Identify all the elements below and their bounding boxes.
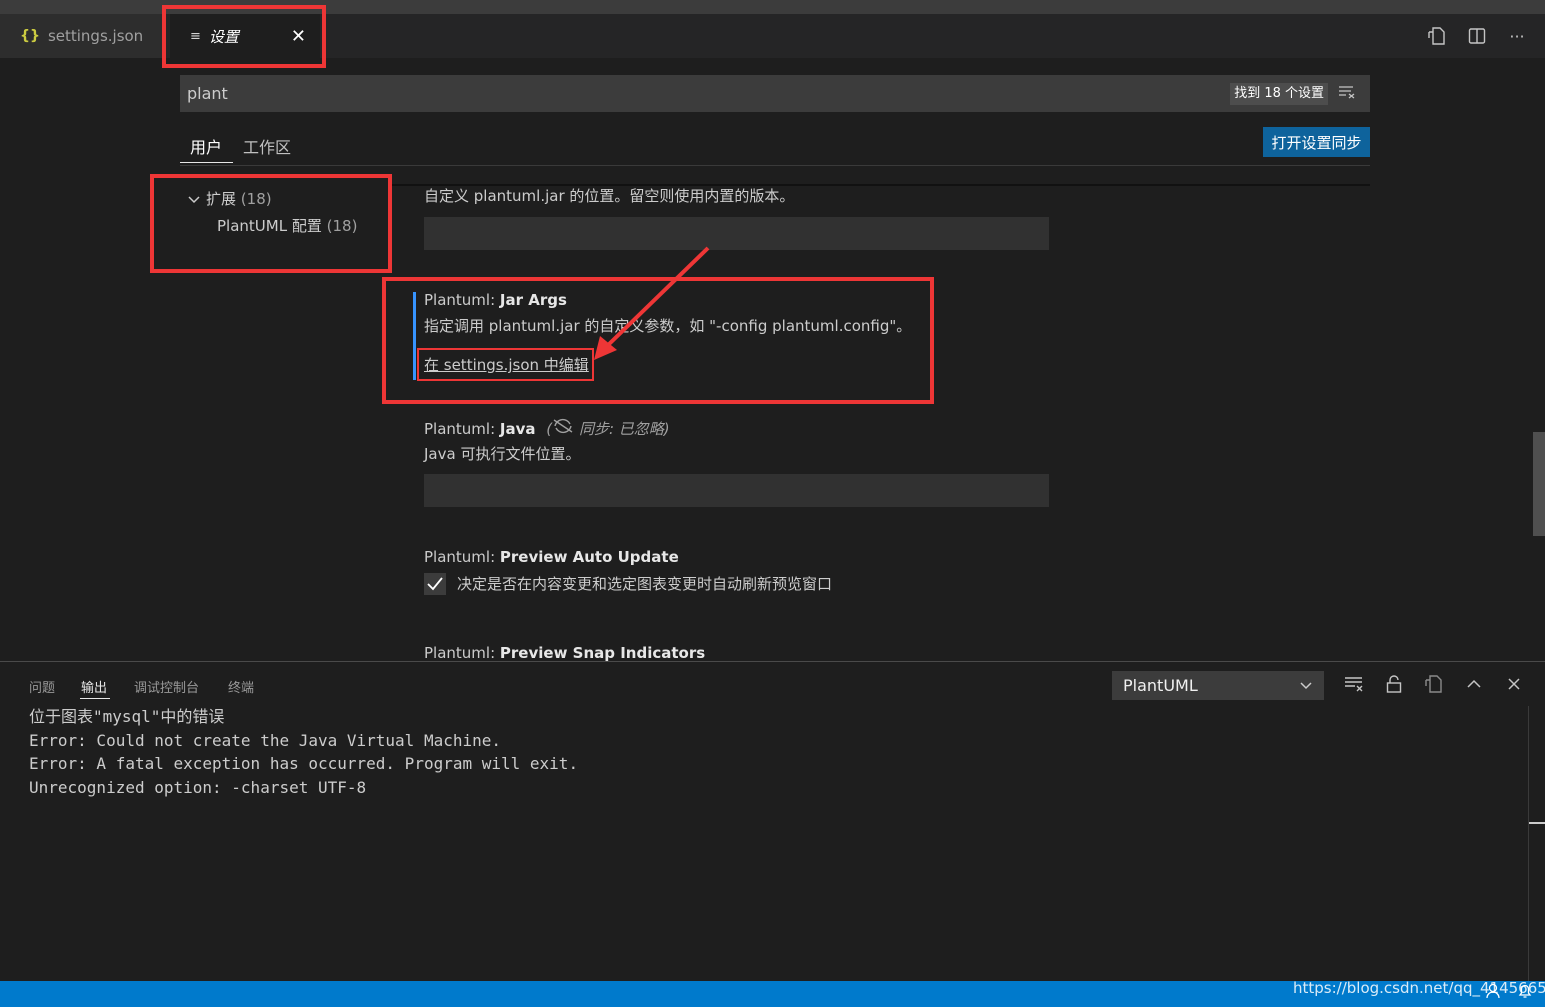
search-result-count: 找到 18 个设置 xyxy=(1230,83,1328,105)
output-text: 位于图表"mysql"中的错误 Error: Could not create t… xyxy=(29,705,578,799)
java-description: Java 可执行文件位置。 xyxy=(424,445,581,463)
jar-setting-description: 自定义 plantuml.jar 的位置。留空则使用内置的版本。 xyxy=(424,187,795,205)
jar-path-input[interactable] xyxy=(424,217,1049,250)
sync-ignored-indicator: ( 同步: 已忽略) xyxy=(546,418,670,438)
setting-title-java: Plantuml: Java ( 同步: 已忽略) xyxy=(424,418,670,438)
settings-scrollbar[interactable] xyxy=(1533,432,1545,536)
tab-user[interactable]: 用户 xyxy=(190,134,222,158)
json-file-icon: {} xyxy=(20,28,40,44)
annotation-box-jar-args xyxy=(382,277,934,404)
tab-label: settings.json xyxy=(47,27,144,45)
preview-auto-update-description: 决定是否在内容变更和选定图表变更时自动刷新预览窗口 xyxy=(457,575,833,593)
tab-settings-json[interactable]: {} settings.json xyxy=(0,14,162,58)
panel-actions xyxy=(1344,674,1524,694)
setting-title-preview-snap-indicators: Plantuml: Preview Snap Indicators xyxy=(424,644,706,662)
setting-title-preview-auto-update: Plantuml: Preview Auto Update xyxy=(424,548,679,566)
open-settings-json-icon[interactable] xyxy=(1427,26,1447,46)
output-panel: 问题 输出 调试控制台 终端 PlantUML 位于图表"mysql"中的错误 E… xyxy=(0,661,1545,981)
lock-scroll-icon[interactable] xyxy=(1384,674,1404,694)
panel-tab-debug-console[interactable]: 调试控制台 xyxy=(134,677,199,696)
output-line: Error: Could not create the Java Virtual… xyxy=(29,730,502,750)
panel-tab-output[interactable]: 输出 xyxy=(81,677,107,696)
active-tab-indicator xyxy=(180,162,233,163)
clear-output-icon[interactable] xyxy=(1344,674,1364,694)
editor-actions: ··· xyxy=(1427,14,1527,58)
split-editor-icon[interactable] xyxy=(1467,26,1487,46)
active-panel-tab-indicator xyxy=(80,698,110,699)
output-line: Error: A fatal exception has occurred. P… xyxy=(29,754,579,773)
annotation-box-tree xyxy=(150,174,392,273)
output-scrollbar-track xyxy=(1528,706,1529,981)
java-path-input[interactable] xyxy=(424,474,1049,507)
settings-search[interactable]: plant 找到 18 个设置 xyxy=(180,75,1370,112)
watermark-text: https://blog.csdn.net/qq_41456651 xyxy=(1293,979,1545,997)
more-actions-icon[interactable]: ··· xyxy=(1507,26,1527,46)
output-line: Unrecognized option: -charset UTF-8 xyxy=(29,777,367,797)
filter-icon[interactable] xyxy=(1338,84,1356,103)
search-input[interactable]: plant xyxy=(187,84,228,103)
output-line: 位于图表"mysql"中的错误 xyxy=(29,707,225,726)
open-log-file-icon[interactable] xyxy=(1424,674,1444,694)
annotation-box-edit-link xyxy=(417,348,594,381)
checkmark-icon xyxy=(427,577,443,591)
panel-tab-terminal[interactable]: 终端 xyxy=(228,677,254,696)
annotation-box-settings-tab xyxy=(162,5,326,68)
close-panel-icon[interactable] xyxy=(1504,674,1524,694)
settings-sync-button[interactable]: 打开设置同步 xyxy=(1263,127,1370,157)
tab-workspace[interactable]: 工作区 xyxy=(243,134,291,158)
output-channel-select[interactable]: PlantUML xyxy=(1112,671,1324,700)
output-scrollbar-marker xyxy=(1529,822,1545,824)
divider xyxy=(180,165,1370,166)
sync-ignored-icon xyxy=(553,418,573,434)
panel-tab-problems[interactable]: 问题 xyxy=(29,677,55,696)
maximize-panel-icon[interactable] xyxy=(1464,674,1484,694)
chevron-down-icon xyxy=(1300,671,1312,711)
preview-auto-update-checkbox[interactable] xyxy=(424,573,446,595)
